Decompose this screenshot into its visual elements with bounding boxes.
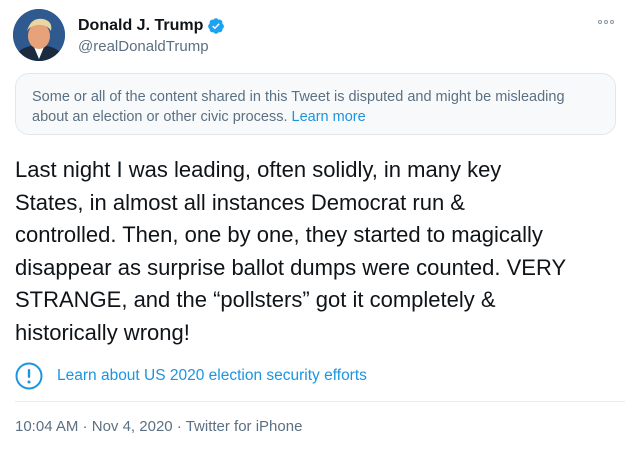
author-name-row: Donald J. Trump [78,15,225,37]
meta-separator: · [78,418,92,435]
civic-info-row[interactable]: Learn about US 2020 election security ef… [15,361,367,391]
tweet-source[interactable]: Twitter for iPhone [186,418,303,435]
divider [15,401,625,402]
verified-badge-icon [207,17,225,35]
avatar[interactable] [13,9,65,61]
more-dot [604,20,608,24]
tweet-meta: 10:04 AM · Nov 4, 2020 · Twitter for iPh… [15,418,302,435]
more-options-icon[interactable] [596,16,616,28]
author-handle[interactable]: @realDonaldTrump [78,38,209,55]
meta-separator: · [172,418,186,435]
more-dot [610,20,614,24]
more-dot [598,20,602,24]
tweet-card: Donald J. Trump @realDonaldTrump Some or… [0,0,634,452]
disputed-content-notice: Some or all of the content shared in thi… [15,73,616,135]
tweet-text: Last night I was leading, often solidly,… [15,157,567,345]
info-exclamation-icon [15,362,43,390]
tweet-time[interactable]: 10:04 AM [15,418,78,435]
learn-more-link[interactable]: Learn more [292,109,366,125]
author-display-name[interactable]: Donald J. Trump [78,17,203,35]
tweet-date[interactable]: Nov 4, 2020 [92,418,173,435]
election-security-link[interactable]: Learn about US 2020 election security ef… [57,367,367,385]
